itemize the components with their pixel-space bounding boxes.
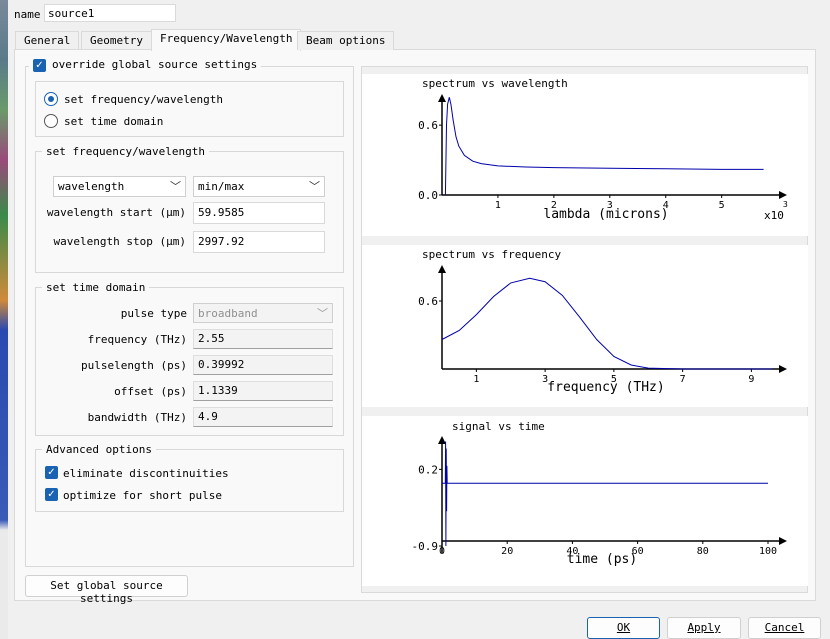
radio-set-time-domain-label: set time domain (64, 115, 164, 128)
range-value: min/max (198, 180, 245, 193)
y-tick-label: -0.9 (412, 540, 439, 553)
bandwidth-field: 4.9 (193, 407, 333, 427)
y-tick-label: 0.6 (418, 119, 438, 132)
x-tick-label: 80 (697, 546, 709, 557)
chart-title: spectrum vs frequency (422, 248, 561, 261)
series-line (441, 277, 772, 370)
eliminate-discontinuities-checkbox[interactable]: ✓ (45, 466, 58, 479)
cancel-button-label: Cancel (764, 621, 805, 634)
chevron-down-icon: ﹀ (170, 180, 181, 193)
x-axis-label: time (ps) (567, 552, 637, 567)
cancel-button[interactable]: Cancel (748, 617, 821, 639)
y-tick-label: 0.0 (418, 189, 438, 202)
x-axis-arrow (779, 365, 787, 373)
radio-set-time-domain[interactable] (44, 114, 58, 128)
x-tick-label: 7 (680, 374, 686, 385)
chart-title: spectrum vs wavelength (422, 77, 568, 90)
name-label: name (14, 8, 41, 21)
x-tick-label: 100 (759, 546, 777, 557)
apply-button-label: Apply (687, 621, 721, 634)
x-tick-label: 0 (439, 546, 445, 557)
apply-button[interactable]: Apply (667, 617, 741, 639)
wavelength-start-label: wavelength start (μm) (46, 206, 186, 219)
x-tick-label: 5 (719, 200, 725, 211)
chevron-down-icon: ﹀ (317, 307, 328, 320)
optimize-short-pulse-checkbox[interactable]: ✓ (45, 488, 58, 501)
y-axis-arrow (438, 436, 446, 444)
x-axis-label: frequency (THz) (547, 380, 664, 395)
x-tick-label: 20 (501, 546, 513, 557)
td-group-title: set time domain (42, 281, 150, 294)
mode-group (35, 81, 344, 137)
tab-general[interactable]: General (15, 31, 80, 50)
pulselength-label: pulselength (ps) (81, 359, 187, 372)
x-multiplier-exponent: 3 (783, 200, 788, 209)
ok-button[interactable]: OK (587, 617, 660, 639)
pulselength-field: 0.39992 (193, 355, 333, 375)
radio-set-frequency-wavelength-label: set frequency/wavelength (64, 93, 223, 106)
background-window-strip (0, 0, 8, 639)
bandwidth-label: bandwidth (THz) (87, 411, 187, 424)
x-tick-label: 1 (495, 200, 501, 211)
wavelength-start-input[interactable]: 59.9585 (193, 202, 325, 224)
pulse-type-value: broadband (198, 307, 258, 320)
pulse-type-label: pulse type (120, 307, 187, 320)
chart-title: signal vs time (452, 420, 545, 433)
frequency-label: frequency (THz) (87, 333, 187, 346)
tab-frequency-wavelength[interactable]: Frequency/Wavelength (151, 29, 302, 51)
y-axis-arrow (438, 94, 446, 102)
y-tick-label: 0.6 (418, 295, 438, 308)
override-legend: ✓ override global source settings (29, 58, 262, 74)
override-checkbox[interactable]: ✓ (33, 59, 46, 72)
y-axis-arrow (438, 265, 446, 273)
y-tick-label: 0.2 (418, 463, 438, 476)
chart-spectrum-vs-wavelength: spectrum vs wavelength 12345 0.60.0 lamb… (418, 77, 788, 222)
series-line (442, 441, 768, 547)
x-axis-arrow (779, 537, 787, 545)
frequency-field: 2.55 (193, 329, 333, 349)
series-line (444, 97, 764, 196)
fw-group-title: set frequency/wavelength (42, 145, 209, 158)
eliminate-discontinuities-label: eliminate discontinuities (63, 467, 229, 480)
x-axis-arrow (779, 191, 787, 199)
wavelength-stop-label: wavelength stop (μm) (53, 235, 186, 248)
chart-signal-vs-time: signal vs time 0 20 40 60 80 100 0.2-0.9 time… (412, 420, 787, 567)
offset-label: offset (ps) (114, 385, 187, 398)
x-multiplier: x10 (764, 209, 784, 222)
offset-field: 1.1339 (193, 381, 333, 401)
x-tick-label: 9 (748, 374, 754, 385)
name-input[interactable]: source1 (44, 4, 176, 22)
tab-beam-options[interactable]: Beam options (297, 31, 395, 50)
ok-button-label: OK (616, 621, 631, 634)
tab-geometry[interactable]: Geometry (81, 31, 152, 50)
chevron-down-icon: ﹀ (309, 180, 320, 193)
optimize-short-pulse-label: optimize for short pulse (63, 489, 222, 502)
override-label: override global source settings (52, 58, 258, 71)
wavelength-type-value: wavelength (58, 180, 125, 193)
radio-set-frequency-wavelength[interactable] (44, 92, 58, 106)
set-global-source-settings-button[interactable]: Set global source settings (25, 575, 188, 605)
advanced-group-title: Advanced options (42, 443, 156, 456)
x-axis-label: lambda (microns) (543, 207, 668, 222)
chart-spectrum-vs-frequency: spectrum vs frequency 13579 0.6 frequenc… (418, 248, 787, 395)
x-tick-label: 1 (473, 374, 479, 385)
range-select[interactable]: min/max ﹀ (193, 176, 325, 197)
wavelength-stop-input[interactable]: 2997.92 (193, 231, 325, 253)
pulse-type-select: broadband ﹀ (193, 303, 333, 323)
advanced-group (35, 449, 344, 512)
wavelength-type-select[interactable]: wavelength ﹀ (53, 176, 186, 197)
